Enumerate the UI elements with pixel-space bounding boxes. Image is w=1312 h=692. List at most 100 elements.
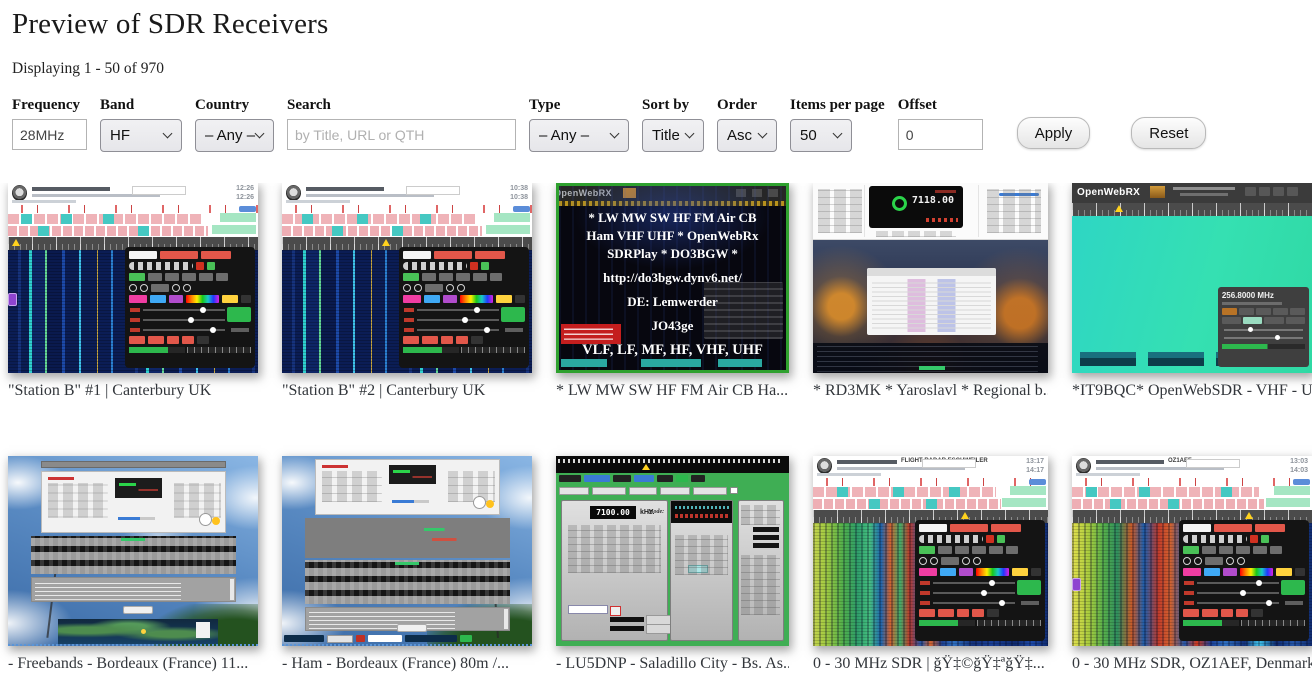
band-panel[interactable] (670, 500, 733, 641)
openwebrx-logo: OpenWebRX (1077, 187, 1140, 198)
receiver-thumbnail[interactable]: OpenWebRX * LW MW SW HF FM Air CB Ham VH… (556, 183, 789, 373)
callsign-input[interactable] (610, 626, 644, 631)
header-text-bar (12, 200, 76, 203)
signal-meter (115, 478, 163, 498)
panel-row (1183, 524, 1305, 532)
header-button (1287, 187, 1298, 196)
tune-marker (1245, 512, 1253, 519)
wf-rate-slider[interactable] (933, 599, 1015, 607)
wf-max-slider[interactable] (417, 306, 499, 314)
reset-button[interactable]: Reset (1131, 117, 1206, 149)
band-label-strip (813, 486, 1048, 510)
wf-rate-slider[interactable] (143, 326, 225, 334)
country-select[interactable]: – Any – (195, 119, 274, 152)
sort-select[interactable]: Title (642, 119, 704, 152)
toggle-button[interactable] (486, 500, 494, 508)
filter-toolbar: Frequency Band HF Country – Any – Search… (12, 97, 1312, 152)
dx-marker-strip (282, 205, 532, 213)
receiver-caption[interactable]: *IT9BQC* OpenWebSDR - VHF - U... (1072, 382, 1312, 400)
receiver-thumbnail[interactable]: 7118.00 (813, 183, 1048, 373)
kiwi-control-panel[interactable] (125, 247, 255, 368)
wf-rate-slider[interactable] (417, 326, 499, 334)
frequency-input[interactable] (12, 119, 87, 150)
band-select[interactable]: HF (100, 119, 182, 152)
mode-buttons (1222, 317, 1305, 324)
volume-slider[interactable] (118, 517, 155, 520)
wf-min-slider[interactable] (143, 316, 225, 324)
wf-min-slider[interactable] (417, 316, 499, 324)
clock-widget (199, 513, 212, 526)
wf-max-slider[interactable] (1197, 579, 1279, 587)
receiver-card: OpenWebRX * LW MW SW HF FM Air CB Ham VH… (556, 183, 789, 400)
button-cluster (675, 535, 729, 575)
passband-marker (1072, 578, 1081, 591)
receiver-thumbnail[interactable] (8, 456, 258, 646)
kiwi-control-panel[interactable] (1179, 520, 1309, 641)
receiver-card: 10:38 10:38 (282, 183, 532, 400)
mini-search-box (1186, 459, 1240, 468)
kiwisdr-header: 12:26 12:26 (8, 183, 258, 205)
frequency-scale[interactable] (1072, 203, 1312, 216)
spectrum-band-strips[interactable] (305, 560, 510, 604)
station-avatar (1150, 186, 1165, 198)
callsign-input[interactable] (610, 617, 644, 622)
receiver-thumbnail[interactable]: FLIGHT RADAR ESCHWEILER 13:17 14:17 (813, 456, 1048, 646)
wf-min-slider[interactable] (933, 589, 1015, 597)
items-per-page-label: Items per page (790, 97, 885, 114)
receiver-thumbnail[interactable]: 12:26 12:26 (8, 183, 258, 373)
band-chip (392, 226, 403, 236)
receiver-caption[interactable]: 0 - 30 MHz SDR | ğŸ‡©ğŸ‡ªğŸ‡... (813, 655, 1048, 673)
receiver-caption[interactable]: 0 - 30 MHz SDR, OZ1AEF, Denmark (1072, 655, 1312, 673)
auto-scale-button[interactable] (1281, 580, 1305, 595)
auto-scale-button[interactable] (501, 307, 525, 322)
receiver-thumbnail[interactable]: 10:38 10:38 (282, 183, 532, 373)
band-chip (420, 214, 431, 224)
header-text-bar (837, 460, 897, 464)
wf-rate-slider[interactable] (1197, 599, 1279, 607)
volume-slider[interactable] (392, 500, 429, 503)
submit-button[interactable] (397, 624, 427, 632)
receiver-caption[interactable]: - Ham - Bordeaux (France) 80m /... (282, 655, 532, 673)
value-box (753, 535, 779, 540)
items-per-page-select[interactable]: 50 (790, 119, 852, 152)
panel-slider[interactable] (1224, 334, 1303, 341)
header-button (1259, 187, 1270, 196)
toggle-button[interactable] (212, 517, 220, 525)
offset-input[interactable] (898, 119, 983, 150)
type-select[interactable]: – Any – (529, 119, 629, 152)
order-select[interactable]: Asc (717, 119, 777, 152)
listeners-world-map (58, 619, 218, 644)
spectrum-band-strips[interactable] (31, 536, 236, 574)
wf-max-slider[interactable] (143, 306, 225, 314)
receiver-caption[interactable]: - LU5DNP - Saladillo City - Bs. As... (556, 655, 789, 673)
auto-scale-button[interactable] (1017, 580, 1041, 595)
kiwi-control-panel[interactable] (915, 520, 1045, 641)
tuning-panel[interactable]: 7100.00 kHz. Mode: (561, 500, 668, 641)
kiwi-control-panel[interactable] (399, 247, 529, 368)
search-input[interactable] (287, 119, 516, 150)
receiver-caption[interactable]: * LW MW SW HF FM Air CB Ha... (556, 382, 789, 400)
band-label: Band (100, 97, 182, 114)
receiver-caption[interactable]: "Station B" #2 | Canterbury UK (282, 382, 532, 400)
receiver-thumbnail[interactable]: OpenWebRX 256.8000 MHz (1072, 183, 1312, 373)
wf-max-slider[interactable] (933, 579, 1015, 587)
panel-slider[interactable] (1224, 326, 1303, 333)
audio-progress (403, 347, 525, 353)
receiver-caption[interactable]: - Freebands - Bordeaux (France) 11... (8, 655, 258, 673)
receiver-thumbnail[interactable]: 7100.00 kHz. Mode: (556, 456, 789, 646)
panel-row (129, 295, 251, 303)
receiver-thumbnail[interactable]: OZ1AEF 13:03 14:03 (1072, 456, 1312, 646)
band-chip (494, 213, 530, 222)
cascade-panel[interactable] (738, 500, 784, 641)
receiver-control-panel[interactable]: 256.8000 MHz (1218, 287, 1309, 367)
auto-scale-button[interactable] (227, 307, 251, 322)
band-chip (1139, 487, 1150, 497)
band-label-strip (1072, 486, 1312, 510)
receiver-thumbnail[interactable] (282, 456, 532, 646)
receiver-caption[interactable]: "Station B" #1 | Canterbury UK (8, 382, 258, 400)
apply-button[interactable]: Apply (1017, 117, 1091, 149)
submit-button[interactable] (123, 606, 153, 614)
receiver-grid: 12:26 12:26 (0, 183, 1312, 673)
wf-min-slider[interactable] (1197, 589, 1279, 597)
receiver-caption[interactable]: * RD3MK * Yaroslavl * Regional b... (813, 382, 1048, 400)
